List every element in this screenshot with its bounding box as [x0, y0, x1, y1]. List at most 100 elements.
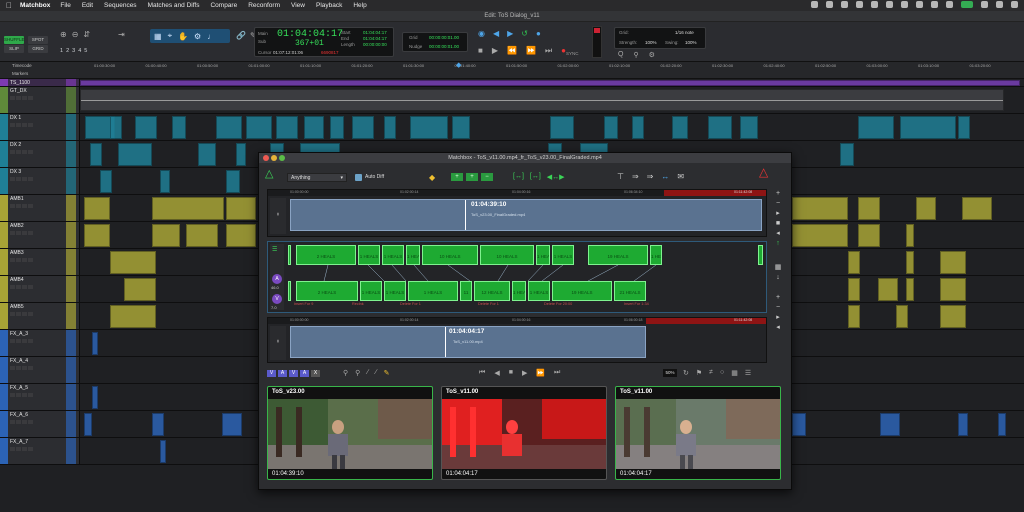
track-toggle-button[interactable]	[16, 231, 21, 235]
rewind-icon[interactable]: ◀	[493, 29, 499, 38]
track-toggle-button[interactable]	[28, 123, 33, 127]
menu-help[interactable]: Help	[353, 2, 366, 9]
audio-clip[interactable]	[906, 278, 914, 301]
plus-icon[interactable]: +	[771, 189, 785, 199]
track-name[interactable]: DX 3	[10, 169, 21, 175]
trim-tool-icon[interactable]: ▦	[154, 32, 162, 41]
match-segment[interactable]	[758, 245, 763, 265]
track-toggle-button[interactable]	[22, 447, 27, 451]
audio-clip[interactable]	[330, 116, 344, 139]
track-toggle-button[interactable]	[10, 366, 15, 370]
track-header[interactable]: DX 2	[0, 141, 80, 167]
match-segment[interactable]: 11	[460, 281, 472, 301]
audio-clip[interactable]	[110, 305, 156, 328]
menu-edit[interactable]: Edit	[82, 2, 93, 9]
audio-clip[interactable]	[998, 413, 1006, 436]
audio-clip[interactable]	[152, 413, 164, 436]
track-header[interactable]: AMB5	[0, 303, 80, 329]
track-toggle-button[interactable]	[28, 258, 33, 262]
previous-match-icon[interactable]: △	[265, 167, 273, 180]
track-name[interactable]: DX 1	[10, 115, 21, 121]
audio-clip[interactable]	[135, 116, 157, 139]
track-toggle-button[interactable]	[10, 258, 15, 262]
audio-clip[interactable]	[92, 386, 98, 409]
ffwd-icon[interactable]: ⏩	[526, 46, 536, 56]
close-track-button[interactable]: X	[311, 370, 320, 377]
remove-icon[interactable]: −	[481, 173, 493, 181]
slash-icon[interactable]: ∕	[367, 369, 368, 377]
audio-clip[interactable]	[906, 224, 914, 247]
audio-clip[interactable]	[118, 143, 152, 166]
track-header[interactable]: AMB3	[0, 249, 80, 275]
auto-diff-checkbox[interactable]	[355, 174, 362, 181]
track-name[interactable]: AMB3	[10, 250, 24, 256]
tray-icon[interactable]	[931, 1, 938, 8]
zoom-preset-4[interactable]: 4	[78, 48, 81, 54]
audio-clip[interactable]	[304, 116, 324, 139]
audio-clip[interactable]	[152, 197, 224, 220]
shuffle-mode-button[interactable]: SHUFFLE	[4, 36, 25, 44]
audio-clip[interactable]	[84, 224, 110, 247]
match-segment[interactable]: 1 HEALS	[406, 245, 420, 265]
track-toggle-button[interactable]	[28, 339, 33, 343]
track-header[interactable]: DX 3	[0, 168, 80, 194]
minimize-window-icon[interactable]	[271, 155, 277, 161]
match-segment[interactable]: 1 HEALS	[536, 245, 550, 265]
grabber-tool-icon[interactable]: ✋	[178, 32, 188, 41]
menu-file[interactable]: File	[60, 2, 70, 9]
video2-track-button[interactable]: V	[289, 370, 298, 377]
online-icon[interactable]: ◉	[478, 29, 485, 38]
zoom-preset-5[interactable]: 5	[84, 48, 87, 54]
audio-clip[interactable]	[92, 332, 98, 355]
audio-clip[interactable]	[858, 197, 880, 220]
edit-item[interactable]: Delete For 1	[478, 302, 499, 306]
track-toggle-button[interactable]	[16, 150, 21, 154]
audio-clip[interactable]	[410, 116, 448, 139]
audio-clip[interactable]	[276, 116, 298, 139]
grid-mode-button[interactable]: GRID	[28, 45, 48, 53]
menu-compare[interactable]: Compare	[210, 2, 237, 9]
match-segment[interactable]: 19 HEALS	[588, 245, 648, 265]
track-header[interactable]: FX_A_6	[0, 411, 80, 437]
go-start-icon[interactable]: ⏮	[479, 369, 485, 377]
edit-item[interactable]: Insert For 9	[294, 302, 313, 306]
next-match-icon[interactable]: △	[759, 165, 768, 179]
audio-track-button[interactable]: A	[278, 370, 287, 377]
track-toggle-button[interactable]	[16, 420, 21, 424]
match-segment[interactable]: 10 HEALS	[480, 245, 534, 265]
send-icon[interactable]: ⇒	[632, 172, 639, 181]
track-toggle-button[interactable]	[22, 177, 27, 181]
refresh-icon[interactable]: ↻	[683, 369, 689, 377]
track-toggle-button[interactable]	[22, 312, 27, 316]
audio-clip[interactable]	[858, 116, 894, 139]
track-row[interactable]: GT_DX	[0, 87, 1024, 114]
target-clip[interactable]: 01:04:04:17 ToS_v11.00.mp4	[290, 326, 646, 358]
audio-clip[interactable]	[848, 278, 860, 301]
target-playhead[interactable]	[445, 327, 446, 357]
audio-clip[interactable]	[186, 224, 218, 247]
track-name[interactable]: FX_A_3	[10, 331, 28, 337]
selector-tool-icon[interactable]: ⌖	[168, 31, 173, 41]
audio-clip[interactable]	[940, 278, 966, 301]
audio-clip[interactable]	[110, 251, 156, 274]
zoom-out-magnifier-icon[interactable]: ⚲	[355, 369, 360, 377]
track-toggle-button[interactable]	[16, 177, 21, 181]
track-toggle-button[interactable]	[16, 339, 21, 343]
track-toggle-button[interactable]	[28, 420, 33, 424]
track-toggle-button[interactable]	[22, 420, 27, 424]
track-toggle-button[interactable]	[10, 339, 15, 343]
audio-clip[interactable]	[160, 440, 166, 463]
audio-clip[interactable]	[792, 197, 848, 220]
audio-clip[interactable]	[958, 116, 970, 139]
scroll-up-icon[interactable]: ↑	[771, 239, 785, 249]
tray-icon[interactable]	[871, 1, 878, 8]
marker-pen-icon[interactable]: ✎	[384, 369, 390, 377]
edit-item[interactable]: Reclnk	[352, 302, 364, 306]
match-segment[interactable]: 1 HEALS	[358, 245, 380, 265]
audio-clip[interactable]	[172, 116, 186, 139]
add-match-icon[interactable]: +	[466, 173, 478, 181]
match-segment[interactable]: 12 HEALS	[474, 281, 510, 301]
track-toggle-button[interactable]	[28, 96, 33, 100]
match-segment[interactable]: 1 HEALS	[360, 281, 382, 301]
track-row[interactable]: DX 1	[0, 114, 1024, 141]
